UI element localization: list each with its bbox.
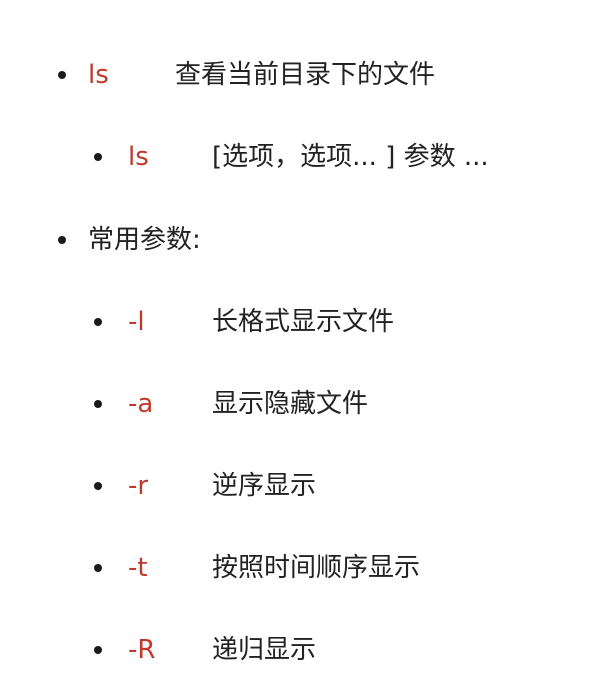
command-ls-syntax: ls xyxy=(128,142,149,172)
param-description: 按照时间顺序显示 xyxy=(212,553,421,583)
bullet-icon xyxy=(94,318,102,326)
bullet-icon xyxy=(94,153,102,161)
list-item-param-l: -l 长格式显示文件 xyxy=(0,302,615,342)
list-item-param-R: -R 递归显示 xyxy=(0,630,615,670)
command-ls: ls xyxy=(88,60,109,90)
command-ls-description: 查看当前目录下的文件 xyxy=(175,60,436,90)
list-item-param-r: -r 逆序显示 xyxy=(0,466,615,506)
param-flag: -a xyxy=(128,389,154,419)
list-item-ls: ls 查看当前目录下的文件 xyxy=(0,55,615,95)
bullet-icon xyxy=(94,646,102,654)
param-flag: -l xyxy=(128,307,145,337)
bullet-icon xyxy=(94,482,102,490)
list-item-params-heading: 常用参数: xyxy=(0,220,615,260)
param-description: 递归显示 xyxy=(212,635,317,665)
command-syntax-description: [选项，选项... ] 参数 ... xyxy=(212,142,489,172)
bullet-icon xyxy=(94,564,102,572)
slide-content: ls 查看当前目录下的文件 ls [选项，选项... ] 参数 ... 常用参数… xyxy=(0,0,615,685)
param-description: 长格式显示文件 xyxy=(212,307,395,337)
bullet-icon xyxy=(94,400,102,408)
param-description: 逆序显示 xyxy=(212,471,317,501)
param-flag: -t xyxy=(128,553,148,583)
param-description: 显示隐藏文件 xyxy=(212,389,369,419)
param-flag: -r xyxy=(128,471,149,501)
bullet-icon xyxy=(58,71,66,79)
list-item-param-a: -a 显示隐藏文件 xyxy=(0,384,615,424)
params-heading: 常用参数: xyxy=(88,225,201,255)
bullet-icon xyxy=(58,236,66,244)
list-item-ls-syntax: ls [选项，选项... ] 参数 ... xyxy=(0,137,615,177)
list-item-param-t: -t 按照时间顺序显示 xyxy=(0,548,615,588)
param-flag: -R xyxy=(128,635,156,665)
